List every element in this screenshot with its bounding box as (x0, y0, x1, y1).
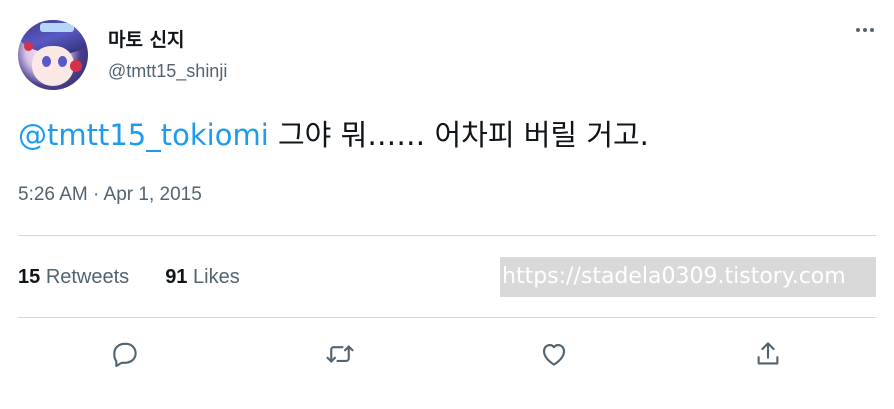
tweet-text: @tmtt15_tokiomi 그야 뭐…… 어차피 버릴 거고. (18, 112, 649, 154)
reply-button[interactable] (107, 336, 143, 372)
divider (18, 235, 876, 236)
heart-icon (542, 343, 566, 366)
share-icon (757, 342, 779, 365)
reply-icon (113, 342, 137, 368)
more-dot (856, 28, 860, 32)
tweet-timestamp[interactable]: 5:26 AM · Apr 1, 2015 (18, 184, 202, 206)
share-button[interactable] (750, 336, 786, 372)
retweet-icon (326, 345, 354, 363)
retweets-stat[interactable]: 15 Retweets (18, 266, 129, 289)
divider (18, 317, 876, 318)
more-dot (870, 28, 874, 32)
action-bar (0, 336, 894, 376)
likes-count: 91 (165, 266, 188, 288)
retweets-label: Retweets (45, 266, 130, 288)
likes-stat[interactable]: 91 Likes (165, 266, 240, 289)
retweets-count: 15 (18, 266, 41, 288)
display-name[interactable]: 마토 신지 (108, 25, 185, 52)
likes-label: Likes (193, 266, 240, 288)
more-dot (863, 28, 867, 32)
avatar-eye-left (42, 56, 51, 67)
avatar-face (32, 46, 74, 86)
avatar-rose (70, 60, 82, 72)
more-horizontal-icon[interactable] (856, 28, 874, 32)
engagement-stats: 15 Retweets 91 Likes (18, 266, 240, 289)
watermark-url: https://stadela0309.tistory.com (500, 257, 876, 297)
retweet-button[interactable] (322, 336, 358, 372)
like-button[interactable] (536, 336, 572, 372)
user-handle[interactable]: @tmtt15_shinji (108, 61, 227, 82)
tweet-body: 그야 뭐…… 어차피 버릴 거고. (268, 118, 649, 152)
avatar-rose-small (24, 42, 33, 51)
avatar[interactable] (18, 20, 88, 90)
mention-link[interactable]: @tmtt15_tokiomi (18, 118, 269, 152)
avatar-eye-right (58, 56, 67, 67)
avatar-badge (40, 23, 74, 32)
